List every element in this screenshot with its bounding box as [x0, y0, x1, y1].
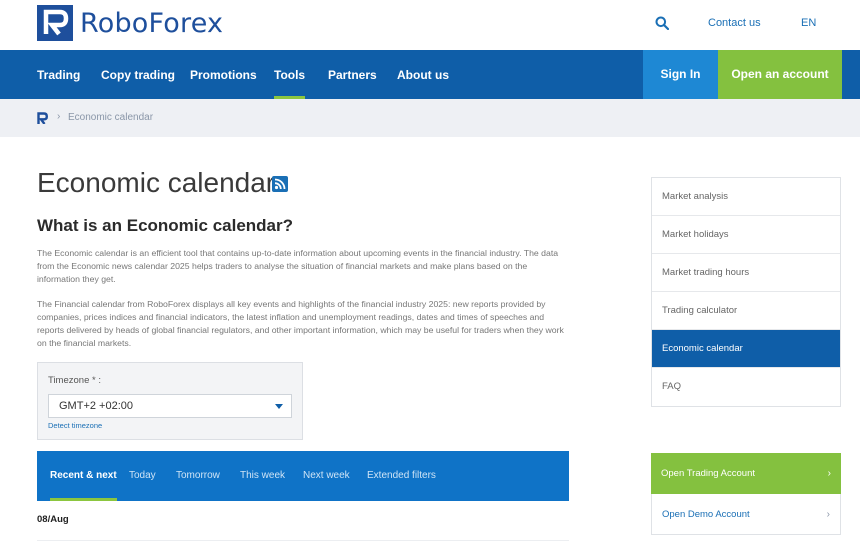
tab-today[interactable]: Today [129, 451, 156, 501]
sidebar-item-market-trading-hours[interactable]: Market trading hours [652, 254, 840, 292]
nav-item-partners[interactable]: Partners [328, 50, 377, 99]
home-logo-icon[interactable] [37, 112, 48, 124]
chevron-right-icon: › [827, 468, 831, 479]
search-icon[interactable] [655, 16, 669, 30]
tab-extended-filters[interactable]: Extended filters [367, 451, 436, 501]
tab-this-week[interactable]: This week [240, 451, 285, 501]
sidebar-menu: Market analysis Market holidays Market t… [651, 177, 841, 407]
open-demo-account-button[interactable]: Open Demo Account › [651, 494, 841, 535]
timezone-value: GMT+2 +02:00 [59, 400, 133, 412]
nav-item-about-us[interactable]: About us [397, 50, 449, 99]
sidebar-item-economic-calendar[interactable]: Economic calendar [652, 330, 840, 368]
chevron-down-icon [275, 404, 283, 409]
nav-item-copy-trading[interactable]: Copy trading [101, 50, 175, 99]
roboforex-logo-icon [37, 5, 73, 41]
open-demo-account-label: Open Demo Account [662, 509, 750, 520]
table-row [37, 540, 569, 549]
language-selector[interactable]: EN [801, 17, 816, 29]
sidebar-item-market-analysis[interactable]: Market analysis [652, 178, 840, 216]
intro-paragraph: The Economic calendar is an efficient to… [37, 248, 559, 284]
nav-item-tools[interactable]: Tools [274, 50, 306, 99]
breadcrumb-separator: › [57, 111, 61, 122]
brand-name: RoboForex [80, 7, 224, 39]
breadcrumb: › Economic calendar [0, 99, 860, 137]
top-bar: RoboForex Contact us EN [0, 0, 860, 50]
open-trading-account-button[interactable]: Open Trading Account › [651, 453, 841, 494]
nav-item-trading[interactable]: Trading [37, 50, 80, 99]
timezone-label: Timezone * : [48, 375, 101, 386]
section-title: What is an Economic calendar? [37, 216, 294, 235]
sidebar-item-trading-calculator[interactable]: Trading calculator [652, 292, 840, 330]
open-trading-account-label: Open Trading Account [661, 468, 756, 479]
tab-next-week[interactable]: Next week [303, 451, 350, 501]
nav-item-promotions[interactable]: Promotions [190, 50, 257, 99]
logo[interactable]: RoboForex [37, 5, 223, 41]
detect-timezone-link[interactable]: Detect timezone [48, 421, 102, 430]
sign-in-button[interactable]: Sign In [643, 50, 718, 99]
contact-us-link[interactable]: Contact us [708, 17, 761, 29]
chevron-right-icon: › [826, 509, 830, 520]
timezone-panel: Timezone * : GMT+2 +02:00 Detect timezon… [37, 362, 303, 440]
calendar-date-heading: 08/Aug [37, 514, 69, 525]
tab-tomorrow[interactable]: Tomorrow [176, 451, 220, 501]
sidebar-item-faq[interactable]: FAQ [652, 368, 840, 406]
breadcrumb-current: Economic calendar [68, 112, 154, 123]
rss-icon[interactable] [272, 176, 288, 192]
page-title: Economic calendar [37, 167, 276, 198]
tab-recent-next[interactable]: Recent & next [50, 451, 117, 501]
sidebar-item-market-holidays[interactable]: Market holidays [652, 216, 840, 254]
open-account-button[interactable]: Open an account [718, 50, 842, 99]
timezone-select[interactable]: GMT+2 +02:00 [48, 394, 292, 418]
description-paragraph: The Financial calendar from RoboForex di… [37, 299, 564, 348]
calendar-tabs: Recent & next Today Tomorrow This week N… [37, 451, 569, 501]
